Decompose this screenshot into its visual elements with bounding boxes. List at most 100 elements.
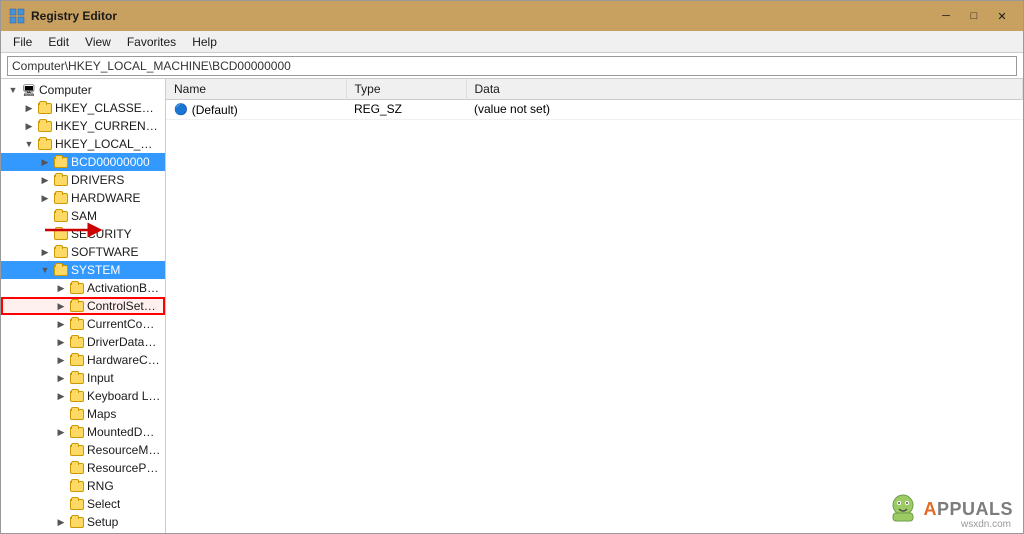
tree-label-keyboardlayout: Keyboard Layout (87, 389, 161, 403)
expander-currentcontrolset[interactable]: ▶ (53, 316, 69, 332)
folder-icon-controlset001 (69, 298, 85, 314)
expander-system[interactable]: ▼ (37, 262, 53, 278)
tree-item-rng[interactable]: RNG (1, 477, 165, 495)
folder-icon-system (53, 262, 69, 278)
menu-edit[interactable]: Edit (40, 33, 77, 51)
minimize-button[interactable]: ─ (933, 6, 959, 26)
tree-item-resourcepolicystore[interactable]: ResourcePolicyStore (1, 459, 165, 477)
folder-icon-drivers (53, 172, 69, 188)
expander-bcd[interactable]: ▶ (37, 154, 53, 170)
computer-icon: 🖥 (21, 82, 37, 98)
expander-hkcu[interactable]: ▶ (21, 118, 37, 134)
window-title: Registry Editor (31, 9, 117, 23)
expander-hardware[interactable]: ▶ (37, 190, 53, 206)
expander-hkcr[interactable]: ▶ (21, 100, 37, 116)
expander-keyboardlayout[interactable]: ▶ (53, 388, 69, 404)
tree-item-software2[interactable]: ▶ Software (1, 531, 165, 533)
expander-input[interactable]: ▶ (53, 370, 69, 386)
tree-item-maps[interactable]: Maps (1, 405, 165, 423)
main-content: ▼ 🖥 Computer ▶ HKEY_CLASSES_ROOT ▶ HKEY_… (1, 79, 1023, 533)
watermark-text: APPUALS (923, 499, 1013, 520)
detail-table: Name Type Data 🔵 (Default) REG_SZ (166, 79, 1023, 120)
expander-software2[interactable]: ▶ (53, 532, 69, 533)
expander-hklm[interactable]: ▼ (21, 136, 37, 152)
folder-icon-hkcr (37, 100, 53, 116)
maximize-button[interactable]: □ (961, 6, 987, 26)
tree-item-mounteddevices[interactable]: ▶ MountedDevices (1, 423, 165, 441)
folder-icon-select (69, 496, 85, 512)
tree-item-setup[interactable]: ▶ Setup (1, 513, 165, 531)
address-path[interactable]: Computer\HKEY_LOCAL_MACHINE\BCD00000000 (7, 56, 1017, 76)
menu-help[interactable]: Help (184, 33, 225, 51)
tree-item-hkcr[interactable]: ▶ HKEY_CLASSES_ROOT (1, 99, 165, 117)
tree-item-select[interactable]: Select (1, 495, 165, 513)
tree-label-hardware: HARDWARE (71, 191, 141, 205)
tree-label-setup: Setup (87, 515, 118, 529)
expander-activationbroker[interactable]: ▶ (53, 280, 69, 296)
tree-label-controlset001: ControlSet001 (87, 299, 161, 313)
tree-item-hklm[interactable]: ▼ HKEY_LOCAL_MACHINE (1, 135, 165, 153)
table-row[interactable]: 🔵 (Default) REG_SZ (value not set) (166, 100, 1023, 120)
expander-computer[interactable]: ▼ (5, 82, 21, 98)
expander-driverdatabase[interactable]: ▶ (53, 334, 69, 350)
expander-hardwareconfig[interactable]: ▶ (53, 352, 69, 368)
folder-icon-setup (69, 514, 85, 530)
col-name[interactable]: Name (166, 79, 346, 100)
tree-label-software: SOFTWARE (71, 245, 139, 259)
tree-item-activationbroker[interactable]: ▶ ActivationBroker (1, 279, 165, 297)
expander-mounteddevices[interactable]: ▶ (53, 424, 69, 440)
tree-label-sam: SAM (71, 209, 97, 223)
tree-label-mounteddevices: MountedDevices (87, 425, 161, 439)
tree-item-hardware[interactable]: ▶ HARDWARE (1, 189, 165, 207)
tree-item-controlset001[interactable]: ▶ ControlSet001 (1, 297, 165, 315)
folder-icon-hardware (53, 190, 69, 206)
tree-item-software[interactable]: ▶ SOFTWARE (1, 243, 165, 261)
tree-item-hardwareconfig[interactable]: ▶ HardwareConfig (1, 351, 165, 369)
expander-drivers[interactable]: ▶ (37, 172, 53, 188)
tree-label-computer: Computer (39, 83, 92, 97)
folder-icon-resourcemanager (69, 442, 85, 458)
tree-label-currentcontrolset: CurrentControlSet (87, 317, 161, 331)
menu-favorites[interactable]: Favorites (119, 33, 184, 51)
cell-name: 🔵 (Default) (166, 100, 346, 120)
tree-label-hkcu: HKEY_CURRENT_USER (55, 119, 161, 133)
folder-icon-hardwareconfig (69, 352, 85, 368)
tree-item-hkcu[interactable]: ▶ HKEY_CURRENT_USER (1, 117, 165, 135)
folder-icon-hklm (37, 136, 53, 152)
tree-item-resourcemanager[interactable]: ResourceManager (1, 441, 165, 459)
folder-icon-driverdatabase (69, 334, 85, 350)
folder-icon-hkcu (37, 118, 53, 134)
tree-label-resourcepolicystore: ResourcePolicyStore (87, 461, 161, 475)
tree-label-bcd: BCD00000000 (71, 155, 150, 169)
tree-label-select: Select (87, 497, 120, 511)
tree-item-security[interactable]: SECURITY (1, 225, 165, 243)
folder-icon-security (53, 226, 69, 242)
folder-icon-software2 (69, 532, 85, 533)
col-data[interactable]: Data (466, 79, 1023, 100)
close-button[interactable]: ✕ (989, 6, 1015, 26)
folder-icon-mounteddevices (69, 424, 85, 440)
tree-label-hardwareconfig: HardwareConfig (87, 353, 161, 367)
tree-pane[interactable]: ▼ 🖥 Computer ▶ HKEY_CLASSES_ROOT ▶ HKEY_… (1, 79, 166, 533)
cell-name-text: (Default) (192, 103, 238, 117)
cell-data: (value not set) (466, 100, 1023, 120)
folder-icon-sam (53, 208, 69, 224)
tree-item-system[interactable]: ▼ SYSTEM (1, 261, 165, 279)
tree-item-driverdatabase[interactable]: ▶ DriverDatabase (1, 333, 165, 351)
tree-item-computer[interactable]: ▼ 🖥 Computer (1, 81, 165, 99)
tree-item-bcd[interactable]: ▶ BCD00000000 (1, 153, 165, 171)
menu-view[interactable]: View (77, 33, 119, 51)
menu-file[interactable]: File (5, 33, 40, 51)
tree-label-system: SYSTEM (71, 263, 120, 277)
tree-item-sam[interactable]: SAM (1, 207, 165, 225)
tree-item-drivers[interactable]: ▶ DRIVERS (1, 171, 165, 189)
expander-setup[interactable]: ▶ (53, 514, 69, 530)
appuals-mascot-icon (887, 493, 919, 525)
tree-item-input[interactable]: ▶ Input (1, 369, 165, 387)
tree-item-keyboardlayout[interactable]: ▶ Keyboard Layout (1, 387, 165, 405)
col-type[interactable]: Type (346, 79, 466, 100)
expander-controlset001[interactable]: ▶ (53, 298, 69, 314)
tree-item-currentcontrolset[interactable]: ▶ CurrentControlSet (1, 315, 165, 333)
folder-icon-input (69, 370, 85, 386)
expander-software[interactable]: ▶ (37, 244, 53, 260)
